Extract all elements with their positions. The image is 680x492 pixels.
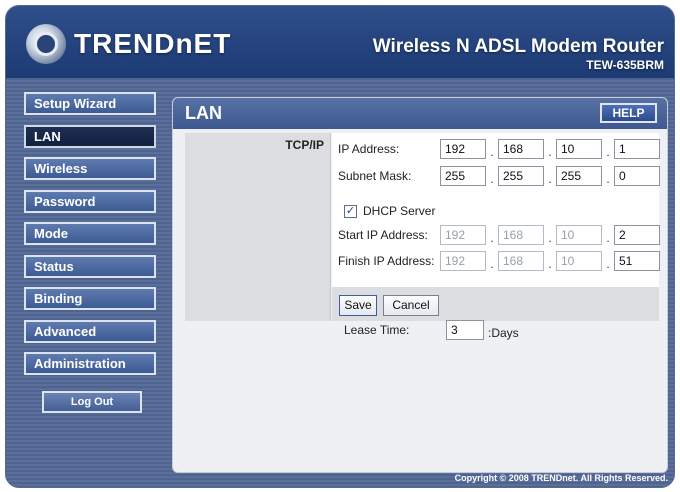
page-title: LAN bbox=[185, 103, 222, 123]
ip-address-octet-3[interactable]: 10 bbox=[556, 139, 602, 159]
subnet-mask-octet-2[interactable]: 255 bbox=[498, 166, 544, 186]
logo: TRENDnET bbox=[26, 24, 231, 64]
header-bar: TRENDnET Wireless N ADSL Modem Router TE… bbox=[6, 6, 674, 78]
finish-ip-octet-3: 10 bbox=[556, 251, 602, 271]
dhcp-server-row: ✓ DHCP Server bbox=[344, 204, 435, 218]
action-row: Save Cancel bbox=[332, 287, 659, 321]
settings-cell: IP Address: 192 . 168 . 10 . 1 Subnet Ma… bbox=[332, 133, 660, 287]
lease-time-row: Lease Time: 3 :Days bbox=[344, 320, 519, 340]
subnet-mask-label: Subnet Mask: bbox=[338, 169, 412, 183]
finish-ip-octet-4[interactable]: 51 bbox=[614, 251, 660, 271]
sidebar-nav: Setup Wizard LAN Wireless Password Mode … bbox=[24, 92, 162, 413]
sidebar-item-lan[interactable]: LAN bbox=[24, 124, 156, 148]
save-button[interactable]: Save bbox=[339, 295, 377, 316]
finish-ip-octet-2: 168 bbox=[498, 251, 544, 271]
start-ip-octet-1: 192 bbox=[440, 225, 486, 245]
sidebar-item-setup-wizard[interactable]: Setup Wizard bbox=[24, 92, 156, 115]
sidebar-item-binding[interactable]: Binding bbox=[24, 287, 156, 310]
start-ip-label: Start IP Address: bbox=[338, 228, 428, 242]
sidebar-item-status[interactable]: Status bbox=[24, 254, 156, 278]
start-ip-octet-3: 10 bbox=[556, 225, 602, 245]
product-model: TEW-635BRM bbox=[586, 58, 664, 72]
ip-address-octet-1[interactable]: 192 bbox=[440, 139, 486, 159]
section-label: TCP/IP bbox=[285, 138, 324, 152]
cancel-button[interactable]: Cancel bbox=[383, 295, 439, 316]
lease-time-label: Lease Time: bbox=[344, 323, 410, 337]
sidebar-item-password[interactable]: Password bbox=[24, 189, 156, 213]
start-ip-octet-2: 168 bbox=[498, 225, 544, 245]
sidebar-item-mode[interactable]: Mode bbox=[24, 222, 156, 245]
ip-address-octet-4[interactable]: 1 bbox=[614, 139, 660, 159]
finish-ip-octet-1: 192 bbox=[440, 251, 486, 271]
trendnet-logo-icon bbox=[26, 24, 66, 64]
subnet-mask-octet-4[interactable]: 0 bbox=[614, 166, 660, 186]
router-frame: TRENDnET Wireless N ADSL Modem Router TE… bbox=[5, 5, 675, 488]
section-label-cell: TCP/IP bbox=[185, 133, 331, 321]
sidebar-item-administration[interactable]: Administration bbox=[24, 352, 156, 375]
start-ip-octet-4[interactable]: 2 bbox=[614, 225, 660, 245]
finish-ip-label: Finish IP Address: bbox=[338, 254, 435, 268]
lease-time-unit: :Days bbox=[488, 326, 519, 340]
dhcp-server-checkbox[interactable]: ✓ bbox=[344, 204, 357, 218]
dhcp-server-label: DHCP Server bbox=[363, 204, 436, 218]
subnet-mask-octet-3[interactable]: 255 bbox=[556, 166, 602, 186]
lease-time-input[interactable]: 3 bbox=[446, 320, 484, 340]
sidebar-item-wireless[interactable]: Wireless bbox=[24, 157, 156, 180]
lan-panel: LAN HELP TCP/IP IP Address: 192 . 168 . … bbox=[172, 97, 668, 473]
logout-button[interactable]: Log Out bbox=[42, 391, 142, 413]
panel-title-bar: LAN HELP bbox=[173, 98, 667, 129]
sidebar-item-advanced[interactable]: Advanced bbox=[24, 319, 156, 343]
copyright-text: Copyright © 2008 TRENDnet. All Rights Re… bbox=[454, 473, 668, 483]
subnet-mask-octet-1[interactable]: 255 bbox=[440, 166, 486, 186]
finish-ip-row: Finish IP Address: 192 . 168 . 10 . 51 bbox=[338, 251, 660, 271]
start-ip-row: Start IP Address: 192 . 168 . 10 . 2 bbox=[338, 225, 660, 245]
subnet-mask-row: Subnet Mask: 255 . 255 . 255 . 0 bbox=[338, 166, 660, 186]
ip-address-octet-2[interactable]: 168 bbox=[498, 139, 544, 159]
product-title: Wireless N ADSL Modem Router bbox=[372, 36, 664, 57]
ip-address-row: IP Address: 192 . 168 . 10 . 1 bbox=[338, 139, 660, 159]
ip-address-label: IP Address: bbox=[338, 142, 400, 156]
logo-text: TRENDnET bbox=[74, 28, 232, 59]
help-button[interactable]: HELP bbox=[600, 103, 657, 123]
